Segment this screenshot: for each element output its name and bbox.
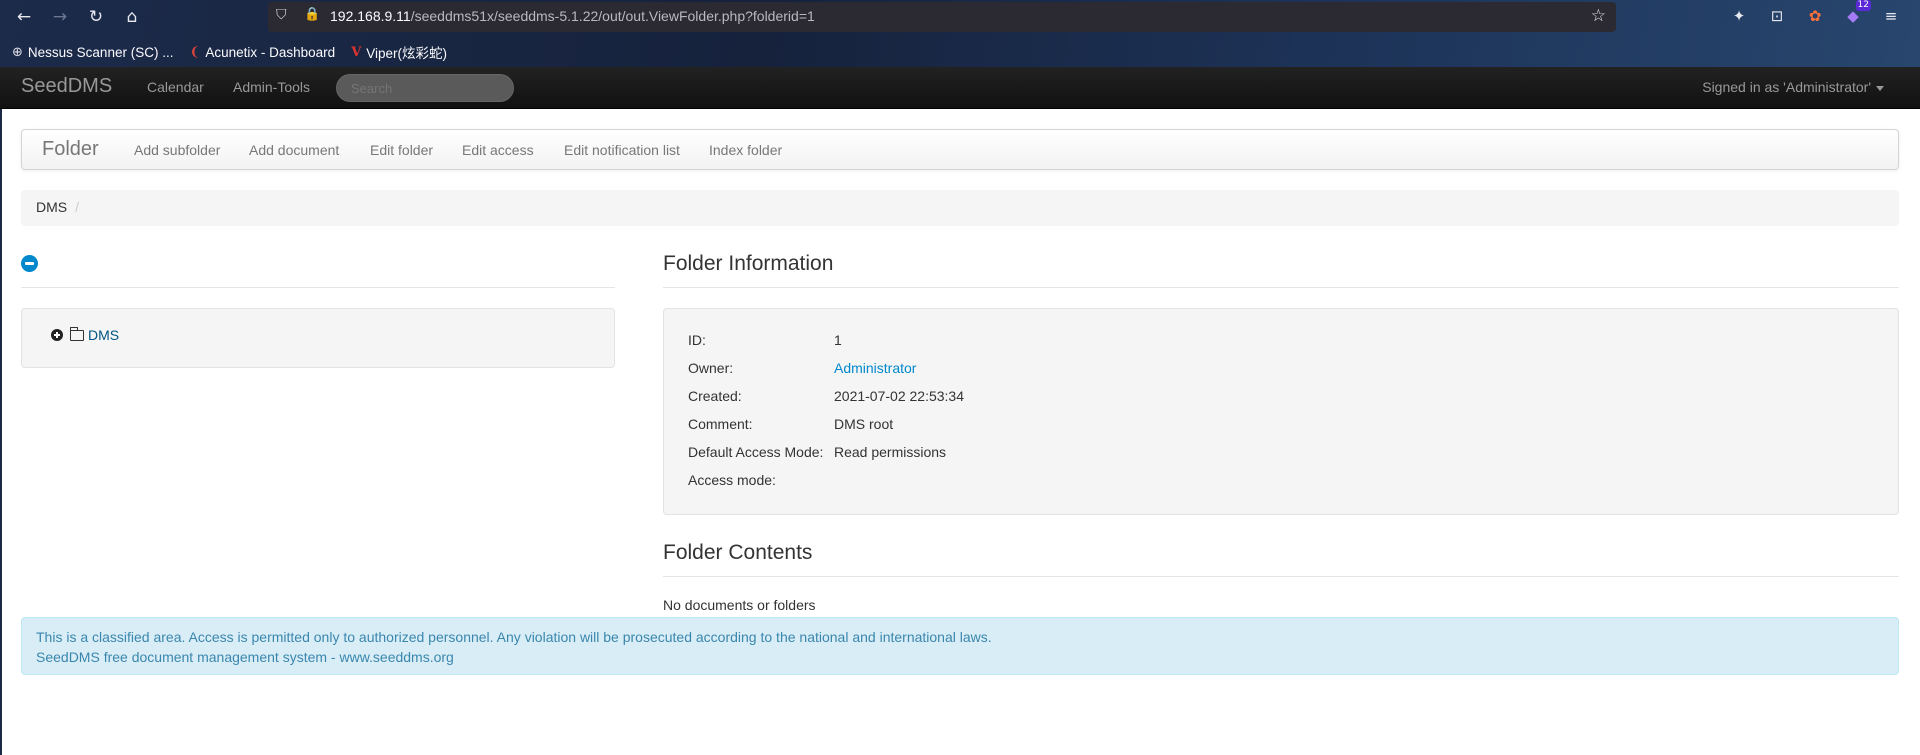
bookmarks-bar: ⊕ Nessus Scanner (SC) ... ❨ Acunetix - D… — [12, 42, 447, 62]
viper-icon: V — [351, 44, 362, 60]
forward-icon[interactable]: → — [48, 5, 72, 29]
folder-information-heading: Folder Information — [663, 252, 834, 275]
bookmark-viper[interactable]: V Viper(炫彩蛇) — [351, 42, 447, 62]
info-label: Created: — [688, 388, 742, 404]
add-subfolder-link[interactable]: Add subfolder — [134, 142, 220, 158]
footer-credit-link[interactable]: SeedDMS free document management system … — [36, 647, 1884, 667]
caret-down-icon — [1876, 85, 1884, 91]
library-icon[interactable]: ✦ — [1728, 5, 1750, 27]
index-folder-link[interactable]: Index folder — [709, 142, 782, 158]
page-frame-edge — [0, 109, 2, 755]
nav-admin-tools[interactable]: Admin-Tools — [233, 79, 310, 95]
folder-menu-title: Folder — [42, 138, 99, 160]
info-row-default-access: Default Access Mode: Read permissions — [688, 444, 946, 460]
empty-contents-message: No documents or folders — [663, 597, 816, 613]
bookmark-nessus[interactable]: ⊕ Nessus Scanner (SC) ... — [12, 42, 173, 62]
breadcrumb-divider: / — [75, 199, 80, 215]
toolbar-icons: ✦ ⊡ ✿ ◆ 12 ≡ — [1728, 0, 1902, 27]
info-label: Owner: — [688, 360, 734, 376]
app-navbar: SeedDMS Calendar Admin-Tools Signed in a… — [0, 67, 1920, 109]
url-path: /seeddms51x/seeddms-5.1.22/out/out.ViewF… — [410, 8, 815, 24]
info-label: ID: — [688, 332, 706, 348]
extension-icon[interactable]: ◆ 12 — [1842, 0, 1871, 27]
nav-calendar[interactable]: Calendar — [147, 79, 204, 95]
bookmark-label: Viper(炫彩蛇) — [366, 46, 448, 61]
collapse-icon[interactable] — [21, 255, 38, 272]
info-label: Default Access Mode: — [688, 444, 824, 460]
address-bar[interactable]: ⛉ 🔒 192.168.9.11/seeddms51x/seeddms-5.1.… — [268, 2, 1616, 32]
home-icon[interactable]: ⌂ — [120, 5, 144, 29]
search-input[interactable] — [336, 74, 514, 102]
url-text[interactable]: 192.168.9.11/seeddms51x/seeddms-5.1.22/o… — [330, 8, 815, 24]
info-value: 2021-07-02 22:53:34 — [834, 388, 964, 404]
add-document-link[interactable]: Add document — [249, 142, 339, 158]
lock-icon[interactable]: 🔒 — [304, 7, 320, 22]
pocket-icon[interactable]: ⊡ — [1766, 5, 1788, 27]
footer-warning-text: This is a classified area. Access is per… — [36, 629, 992, 645]
folder-icon — [69, 326, 84, 341]
reload-icon[interactable]: ↻ — [84, 5, 108, 29]
folder-menu-bar: Folder Add subfolder Add document Edit f… — [21, 129, 1899, 170]
expand-icon[interactable] — [51, 329, 63, 341]
info-row-created: Created: 2021-07-02 22:53:34 — [688, 388, 964, 404]
bookmark-star-icon[interactable]: ☆ — [1591, 6, 1606, 26]
info-row-comment: Comment: DMS root — [688, 416, 893, 432]
extension-fox-icon[interactable]: ✿ — [1804, 5, 1826, 27]
info-row-access-mode: Access mode: — [688, 472, 834, 488]
extension-badge: 12 — [1855, 0, 1871, 11]
info-value: Read permissions — [834, 444, 947, 460]
edit-notification-list-link[interactable]: Edit notification list — [564, 142, 680, 158]
shield-icon[interactable]: ⛉ — [276, 7, 287, 23]
edit-folder-link[interactable]: Edit folder — [370, 142, 433, 158]
signed-in-label: Signed in as 'Administrator' — [1702, 79, 1871, 95]
info-label: Comment: — [688, 416, 753, 432]
breadcrumb: DMS / — [21, 190, 1899, 226]
bookmark-label: Nessus Scanner (SC) ... — [27, 44, 174, 60]
globe-icon: ⊕ — [12, 44, 23, 60]
menu-icon[interactable]: ≡ — [1880, 5, 1902, 27]
folder-info-panel: ID: 1 Owner: Administrator Created: 2021-07… — [663, 308, 1899, 515]
acunetix-icon: ❨ — [189, 44, 201, 60]
info-label: Access mode: — [688, 472, 776, 488]
edit-access-link[interactable]: Edit access — [462, 142, 534, 158]
bookmark-acunetix[interactable]: ❨ Acunetix - Dashboard — [189, 42, 335, 62]
info-row-owner: Owner: Administrator — [688, 360, 916, 376]
browser-toolbar: ← → ↻ ⌂ ⛉ 🔒 192.168.9.11/seeddms51x/seed… — [0, 0, 1920, 67]
divider — [663, 287, 1899, 288]
tree-node-dms[interactable]: DMS — [51, 326, 119, 343]
bookmark-label: Acunetix - Dashboard — [205, 44, 336, 60]
owner-link[interactable]: Administrator — [834, 360, 916, 376]
folder-contents-heading: Folder Contents — [663, 541, 813, 564]
back-icon[interactable]: ← — [12, 5, 36, 29]
footer-notice: This is a classified area. Access is per… — [21, 617, 1899, 675]
url-host: 192.168.9.11 — [330, 8, 411, 24]
tree-node-label[interactable]: DMS — [88, 327, 119, 343]
tree-header — [21, 253, 615, 288]
brand-logo[interactable]: SeedDMS — [21, 75, 112, 98]
folder-tree: DMS — [21, 308, 615, 368]
info-value: DMS root — [834, 416, 894, 432]
user-menu[interactable]: Signed in as 'Administrator' — [1702, 79, 1884, 95]
info-value: 1 — [834, 332, 842, 348]
breadcrumb-root[interactable]: DMS — [36, 199, 67, 215]
divider — [663, 576, 1899, 577]
info-row-id: ID: 1 — [688, 332, 842, 348]
